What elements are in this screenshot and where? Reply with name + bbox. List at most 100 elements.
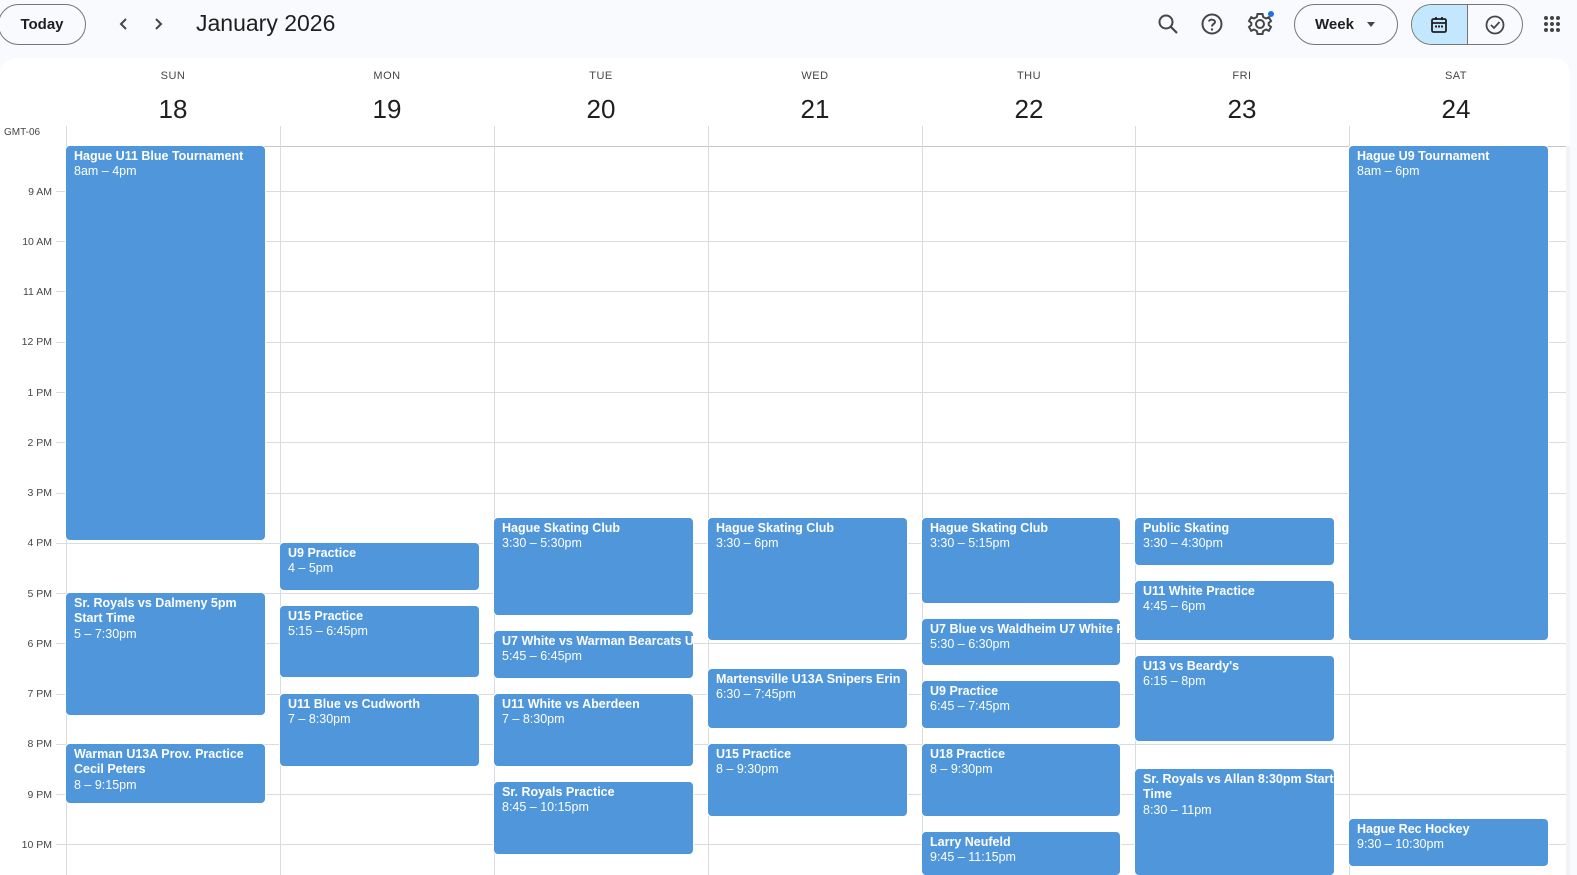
day-number[interactable]: 20 [494,94,708,125]
time-label: 10 AM [22,236,52,248]
day-number[interactable]: 24 [1349,94,1563,125]
time-label: 3 PM [27,487,52,499]
calendar-event[interactable]: U13 vs Beardy's 6:15 – 8pm [1135,656,1334,741]
header-divider [66,146,1566,147]
time-label: 12 PM [21,336,52,348]
calendar-event[interactable]: U11 White vs Aberdeen 7 – 8:30pm [494,694,693,766]
calendar-event[interactable]: Warman U13A Prov. Practice Cecil Peters … [66,744,265,803]
apps-button[interactable] [1536,8,1568,40]
calendar-event[interactable]: Martensville U13A Snipers Erin 6:30 – 7:… [708,669,907,728]
time-label: 1 PM [27,387,52,399]
event-time: 3:30 – 5:15pm [930,536,1010,550]
event-title: U15 Practice [716,747,792,761]
calendar-event[interactable]: Hague Skating Club 3:30 – 5:30pm [494,518,693,615]
event-title: U7 Blue vs Waldheim U7 White P [930,622,1120,636]
day-of-week: SUN [160,70,186,82]
today-button[interactable]: Today [0,4,86,45]
calendar-event[interactable]: Hague Skating Club 3:30 – 5:15pm [922,518,1120,603]
event-time: 8 – 9:15pm [74,778,137,792]
calendar-event[interactable]: Hague Skating Club 3:30 – 6pm [708,518,907,640]
event-title: Hague Rec Hockey [1357,822,1470,836]
calendar-event[interactable]: U7 Blue vs Waldheim U7 White P 5:30 – 6:… [922,619,1120,665]
calendar-event[interactable]: Hague U9 Tournament 8am – 6pm [1349,146,1548,640]
event-title: Public Skating [1143,521,1230,535]
event-time: 6:30 – 7:45pm [716,687,796,701]
hour-line [56,342,1566,343]
event-time: 9:45 – 11:15pm [930,850,1016,864]
month-title: January 2026 [196,10,336,36]
calendar-event[interactable]: U9 Practice 6:45 – 7:45pm [922,681,1120,728]
calendar-event[interactable]: Public Skating 3:30 – 4:30pm [1135,518,1334,565]
day-of-week: TUE [589,70,613,82]
event-time: 7 – 8:30pm [502,712,565,726]
event-time: 7 – 8:30pm [288,712,351,726]
time-label: 11 AM [23,286,52,298]
apps-grid-icon [1544,16,1560,32]
calendar-event[interactable]: U9 Practice 4 – 5pm [280,543,479,590]
calendar-event[interactable]: U15 Practice 5:15 – 6:45pm [280,606,479,677]
calendar-event[interactable]: U11 Blue vs Cudworth 7 – 8:30pm [280,694,479,766]
next-week-button[interactable] [146,10,170,38]
day-of-week: SAT [1444,70,1468,82]
hour-line [56,291,1566,292]
task-check-icon [1485,15,1505,34]
event-title: Hague Skating Club [716,521,835,535]
time-label: 9 AM [28,186,52,198]
calendar-event[interactable]: Hague U11 Blue Tournament 8am – 4pm [66,146,265,540]
grid-column-line [1135,126,1136,875]
time-label: 6 PM [27,638,52,650]
search-icon [1158,14,1178,34]
day-number[interactable]: 18 [66,94,280,125]
calendar-event[interactable]: Sr. Royals Practice 8:45 – 10:15pm [494,782,693,854]
event-time: 6:15 – 8pm [1143,674,1206,688]
caret-down-icon [1367,22,1375,27]
event-title: Larry Neufeld [930,835,1011,849]
hour-line [56,392,1566,393]
event-title: U13 vs Beardy's [1143,659,1240,673]
event-title: Hague U9 Tournament [1357,149,1490,163]
hour-line [56,191,1566,192]
day-number[interactable]: 23 [1135,94,1349,125]
scrollbar-track[interactable] [1566,146,1570,875]
event-time: 8am – 6pm [1357,164,1420,178]
app-switch-toggle [1411,4,1523,45]
timezone-label: GMT-06 [4,127,41,138]
tasks-view-button[interactable] [1468,5,1523,44]
day-number[interactable]: 19 [280,94,494,125]
event-title: U18 Practice [930,747,1006,761]
day-of-week: FRI [1232,70,1252,82]
previous-week-button[interactable] [112,10,136,38]
search-button[interactable] [1152,8,1184,40]
chevron-left-icon [119,18,127,30]
view-selector[interactable]: Week [1294,4,1398,45]
day-of-week: WED [801,70,829,82]
calendar-view-button[interactable] [1412,5,1468,44]
event-title: U15 Practice [288,609,364,623]
calendar-event[interactable]: Sr. Royals vs Dalmeny 5pm Start Time 5 –… [66,593,265,715]
calendar-event[interactable]: U11 White Practice 4:45 – 6pm [1135,581,1334,640]
event-time: 8:45 – 10:15pm [502,800,589,814]
help-button[interactable] [1196,8,1228,40]
calendar-event[interactable]: U18 Practice 8 – 9:30pm [922,744,1120,816]
calendar-event[interactable]: Larry Neufeld 9:45 – 11:15pm [922,832,1120,875]
event-title: U9 Practice [288,546,357,560]
time-label: 4 PM [27,537,52,549]
calendar-event[interactable]: U7 White vs Warman Bearcats U 5:45 – 6:4… [494,631,693,678]
day-number[interactable]: 21 [708,94,922,125]
calendar-event[interactable]: U15 Practice 8 – 9:30pm [708,744,907,816]
settings-button[interactable] [1244,8,1276,40]
time-label: 8 PM [27,738,52,750]
view-selector-label: Week [1315,16,1354,33]
event-title: Sr. Royals vs Dalmeny 5pm Start Time [74,596,237,625]
chevron-right-icon [155,18,163,30]
day-number[interactable]: 22 [922,94,1136,125]
event-time: 5 – 7:30pm [74,627,137,641]
event-time: 3:30 – 6pm [716,536,779,550]
calendar-header: Today January 2026 Week [0,0,1577,56]
calendar-event[interactable]: Hague Rec Hockey 9:30 – 10:30pm [1349,819,1548,866]
event-time: 3:30 – 5:30pm [502,536,582,550]
event-time: 8:30 – 11pm [1143,803,1212,817]
hour-line [56,241,1566,242]
calendar-event[interactable]: Sr. Royals vs Allan 8:30pm Start Time 8:… [1135,769,1334,875]
time-label: 2 PM [27,437,52,449]
